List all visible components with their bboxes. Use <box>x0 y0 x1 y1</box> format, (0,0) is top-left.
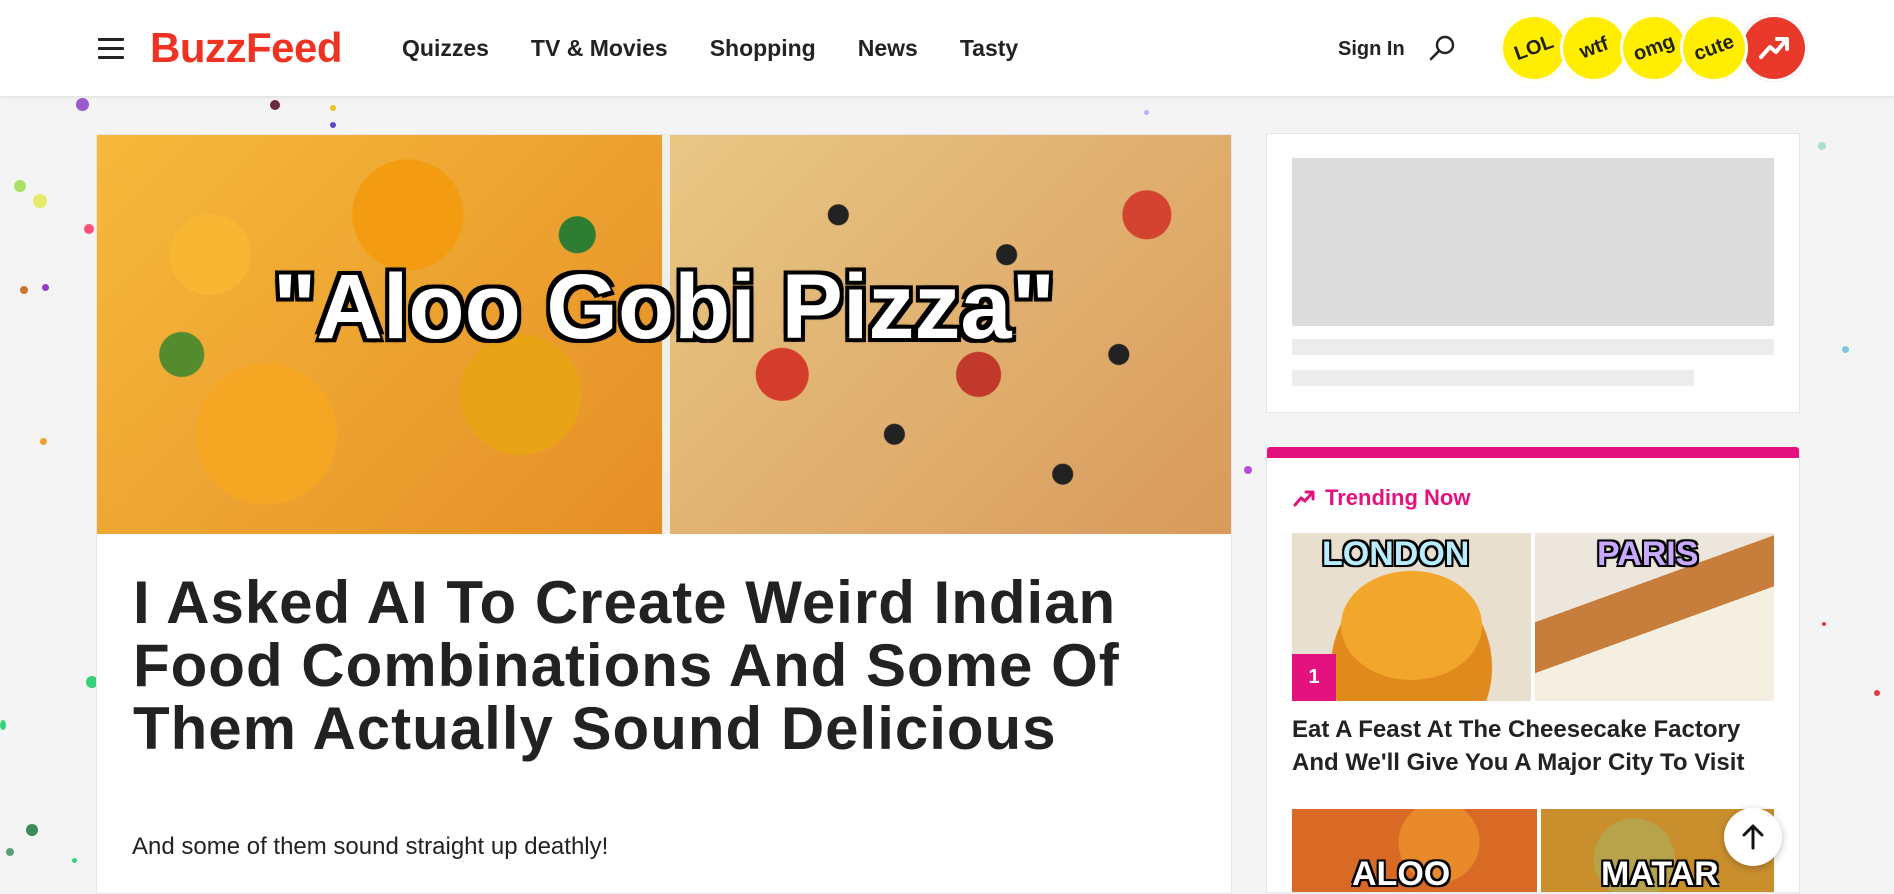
search-icon[interactable] <box>1428 34 1456 62</box>
ad-image-placeholder <box>1292 158 1774 326</box>
site-header: BuzzFeed Quizzes TV & Movies Shopping Ne… <box>0 0 1894 97</box>
article-headline[interactable]: I Asked AI To Create Weird Indian Food C… <box>133 571 1193 760</box>
trending-accent-bar <box>1267 447 1799 458</box>
buzzfeed-logo[interactable]: BuzzFeed <box>150 24 343 72</box>
arrow-up-icon <box>1742 824 1764 850</box>
trending-icon <box>1759 37 1789 59</box>
badge-cute[interactable]: cute <box>1670 4 1758 92</box>
confetti-dot <box>42 284 49 291</box>
trending-icon <box>1293 490 1315 507</box>
trending-now-panel: Trending Now LONDON PARIS 1 Eat A Feast … <box>1266 447 1800 893</box>
hero-image[interactable]: "Aloo Gobi Pizza" <box>97 135 1231 534</box>
ad-text-placeholder <box>1292 370 1694 386</box>
trending-item-title[interactable]: Eat A Feast At The Cheesecake Factory An… <box>1292 713 1774 779</box>
reaction-badges: LOL wtf omg cute <box>1490 4 1808 92</box>
rank-badge: 1 <box>1292 654 1336 701</box>
badge-trending[interactable] <box>1740 14 1808 82</box>
nav-tv-movies[interactable]: TV & Movies <box>531 34 668 62</box>
image-label: MATAR <box>1601 855 1719 892</box>
confetti-dot <box>1144 110 1149 115</box>
confetti-dot <box>40 438 47 445</box>
sign-in-link[interactable]: Sign In <box>1338 37 1405 61</box>
article-dek: And some of them sound straight up death… <box>132 833 609 860</box>
hamburger-icon[interactable] <box>98 38 124 59</box>
nav-quizzes[interactable]: Quizzes <box>402 34 489 62</box>
confetti-dot <box>1244 466 1252 474</box>
image-label: LONDON <box>1322 535 1470 573</box>
hero-caption: "Aloo Gobi Pizza" <box>272 256 1056 358</box>
confetti-dot <box>330 105 336 111</box>
article-card: "Aloo Gobi Pizza" I Asked AI To Create W… <box>96 134 1232 894</box>
confetti-dot <box>1874 690 1880 696</box>
image-label: PARIS <box>1597 535 1699 573</box>
back-to-top-button[interactable] <box>1724 808 1782 866</box>
confetti-dot <box>1818 142 1826 150</box>
confetti-dot <box>84 224 94 234</box>
confetti-dot <box>270 100 280 110</box>
confetti-dot <box>330 122 336 128</box>
confetti-dot <box>72 858 77 863</box>
confetti-dot <box>0 720 6 730</box>
confetti-dot <box>20 286 28 294</box>
ad-text-placeholder <box>1292 339 1774 355</box>
nav-shopping[interactable]: Shopping <box>710 34 816 62</box>
confetti-dot <box>6 848 14 856</box>
ad-placeholder <box>1266 133 1800 413</box>
nav-news[interactable]: News <box>858 34 918 62</box>
confetti-dot <box>1842 346 1849 353</box>
trending-header: Trending Now <box>1293 485 1470 511</box>
confetti-dot <box>1822 622 1826 626</box>
confetti-dot <box>76 98 89 111</box>
nav-tasty[interactable]: Tasty <box>960 34 1018 62</box>
image-label: ALOO <box>1352 855 1451 892</box>
confetti-dot <box>33 194 47 208</box>
cheesecake-photo: PARIS <box>1535 533 1774 701</box>
confetti-dot <box>26 824 38 836</box>
aloo-photo: ALOO <box>1292 809 1537 892</box>
trending-item-image[interactable]: LONDON PARIS 1 <box>1292 533 1774 701</box>
trending-item-image[interactable]: ALOO MATAR <box>1292 809 1774 892</box>
main-nav: Quizzes TV & Movies Shopping News Tasty <box>402 34 1018 62</box>
confetti-dot <box>14 180 26 192</box>
trending-title: Trending Now <box>1325 485 1471 510</box>
